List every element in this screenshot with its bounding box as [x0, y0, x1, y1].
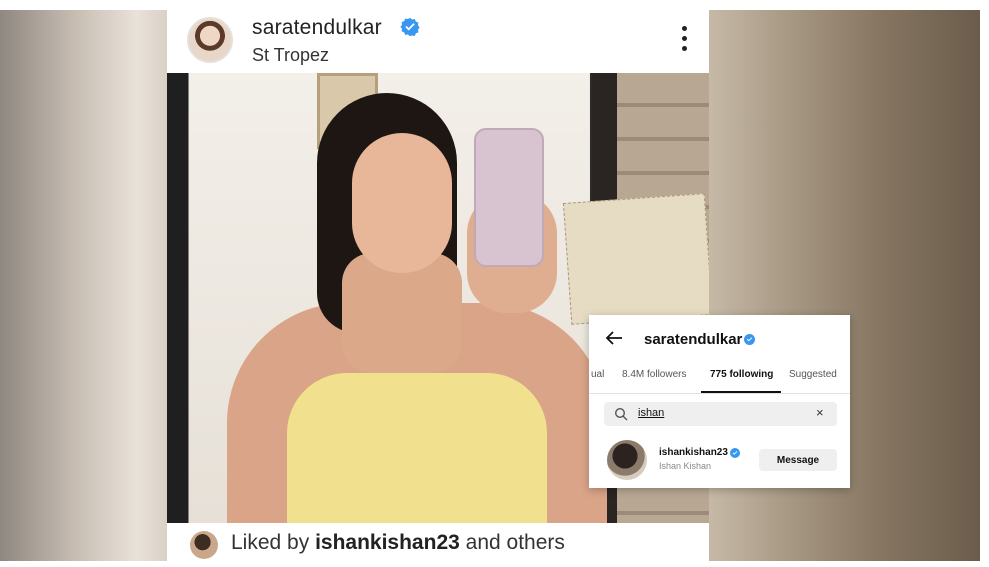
tab-followers[interactable]: 8.4M followers — [622, 369, 686, 380]
follow-tabs: ual 8.4M followers 775 following Suggest… — [589, 369, 850, 393]
post-username[interactable]: saratendulkar — [252, 16, 382, 40]
kebab-menu-icon[interactable] — [677, 26, 691, 56]
verified-badge-icon — [400, 17, 420, 37]
tab-following[interactable]: 775 following — [710, 369, 773, 380]
search-icon — [614, 407, 628, 421]
clear-icon[interactable]: × — [816, 405, 824, 420]
likes-row: Liked by ishankishan23 and others — [167, 523, 709, 561]
tab-suggested[interactable]: Suggested — [789, 369, 837, 380]
result-full-name: Ishan Kishan — [659, 461, 712, 471]
post-location[interactable]: St Tropez — [252, 45, 329, 66]
message-button[interactable]: Message — [759, 449, 837, 471]
search-query[interactable]: ishan — [638, 407, 664, 419]
overlay-username: saratendulkar — [644, 331, 743, 348]
liked-suffix: and others — [465, 531, 565, 554]
search-input[interactable]: ishan × — [604, 402, 837, 426]
profile-avatar[interactable] — [187, 17, 233, 63]
back-arrow-icon[interactable] — [605, 329, 623, 347]
liked-user[interactable]: ishankishan23 — [315, 531, 460, 554]
tab-mutual[interactable]: ual — [591, 369, 604, 380]
result-username[interactable]: ishankishan23 — [659, 447, 728, 458]
post-header: saratendulkar St Tropez — [167, 10, 709, 73]
verified-badge-icon — [730, 448, 740, 458]
following-list-overlay: saratendulkar ual 8.4M followers 775 fol… — [589, 315, 850, 488]
liker-avatar[interactable] — [190, 531, 218, 559]
verified-badge-icon — [744, 334, 755, 345]
liked-by-text[interactable]: Liked by ishankishan23 and others — [231, 531, 565, 555]
liked-prefix: Liked by — [231, 531, 310, 554]
result-avatar[interactable] — [607, 440, 647, 480]
divider — [589, 393, 850, 394]
